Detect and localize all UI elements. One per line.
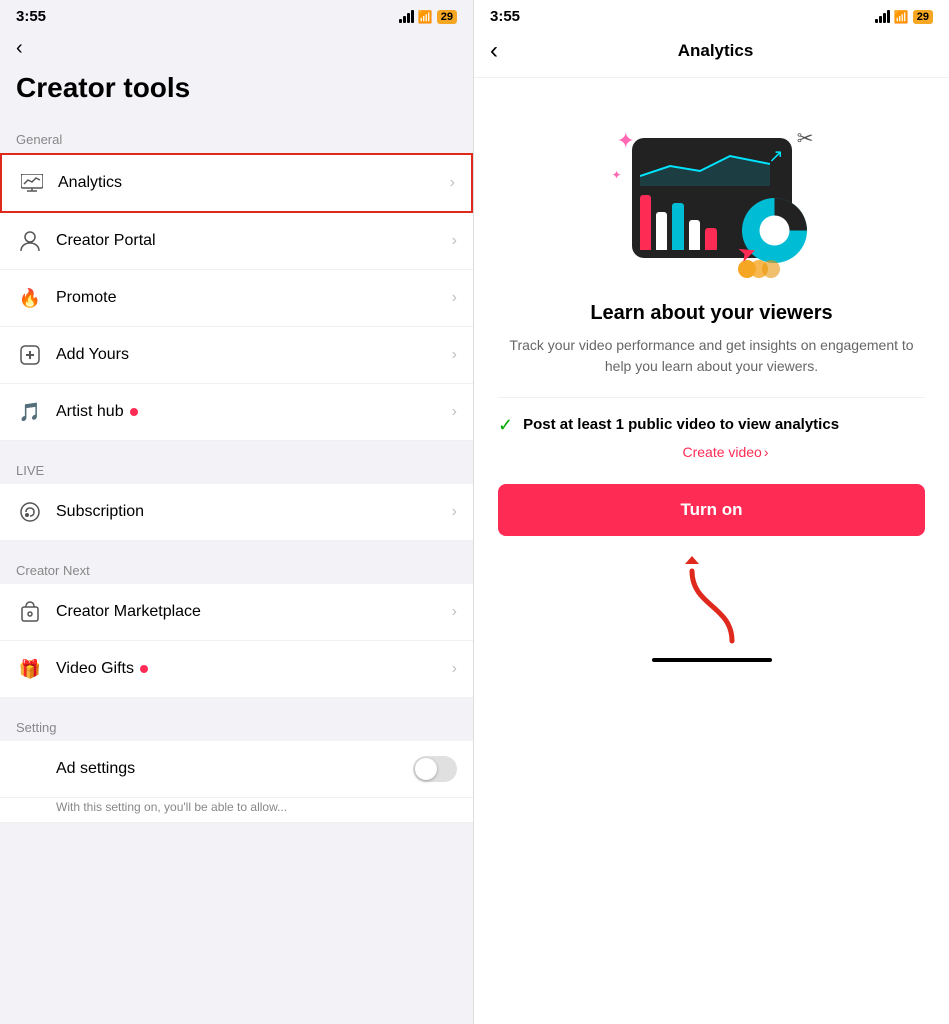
right-wifi-icon: 📶 [894,10,909,24]
video-gifts-icon: 🎁 [16,655,44,683]
right-status-icons: 📶 29 [875,10,933,24]
divider-live [0,441,473,451]
menu-item-ad-settings[interactable]: Ad settings [0,741,473,798]
creator-portal-chevron: › [452,232,457,250]
menu-item-artist-hub[interactable]: 🎵 Artist hub › [0,384,473,441]
add-yours-chevron: › [452,346,457,364]
promote-label: Promote [56,289,452,307]
requirement-row: ✓ Post at least 1 public video to view a… [498,414,925,436]
right-header-title: Analytics [498,41,933,61]
menu-item-add-yours[interactable]: Add Yours › [0,327,473,384]
creator-marketplace-icon [16,598,44,626]
analytics-section-title: Learn about your viewers [590,302,832,325]
artist-hub-new-dot [130,408,138,416]
left-content: ‹ Creator tools General Analytics › [0,29,473,1024]
section-label-live: LIVE [0,451,473,484]
right-battery-badge: 29 [913,10,933,24]
menu-item-subscription[interactable]: Subscription › [0,484,473,541]
bar-2 [656,212,667,251]
left-panel: 3:55 📶 29 ‹ Creator tools General [0,0,474,1024]
video-gifts-new-dot [140,665,148,673]
right-header: ‹ Analytics [474,29,949,78]
section-label-creator-next: Creator Next [0,551,473,584]
requirement-text: Post at least 1 public video to view ana… [523,414,839,435]
analytics-chevron: › [450,174,455,192]
coin-3 [762,260,780,278]
analytics-icon [18,169,46,197]
battery-badge: 29 [437,10,457,24]
video-gifts-chevron: › [452,660,457,678]
left-back-button[interactable]: ‹ [0,29,39,68]
create-video-label: Create video [682,444,761,460]
section-label-setting: Setting [0,708,473,741]
right-time: 3:55 [490,8,520,25]
bar-5 [705,228,716,250]
bar-3 [672,203,683,250]
ad-settings-label: Ad settings [56,760,413,778]
analytics-label: Analytics [58,174,450,192]
promote-chevron: › [452,289,457,307]
left-status-bar: 3:55 📶 29 [0,0,473,29]
create-video-link[interactable]: Create video › [682,444,768,460]
home-indicator [652,658,772,662]
menu-item-creator-marketplace[interactable]: Creator Marketplace › [0,584,473,641]
promote-icon: 🔥 [16,284,44,312]
red-arrow-svg [677,556,747,646]
content-divider [498,397,925,398]
sparkle-2: ✦ [612,168,622,182]
left-time: 3:55 [16,8,46,25]
menu-item-promote[interactable]: 🔥 Promote › [0,270,473,327]
ad-settings-icon [16,755,44,783]
subscription-icon [16,498,44,526]
page-title: Creator tools [0,68,473,120]
creator-marketplace-label: Creator Marketplace [56,603,452,621]
turn-on-button[interactable]: Turn on [498,484,925,536]
creator-portal-label: Creator Portal [56,232,452,250]
right-content: ✦ ✦ ↗ [474,78,949,1024]
ad-settings-description: With this setting on, you'll be able to … [0,798,473,823]
right-back-button[interactable]: ‹ [490,37,498,65]
video-gifts-label: Video Gifts [56,660,452,678]
artist-hub-label: Artist hub [56,403,452,421]
artist-hub-chevron: › [452,403,457,421]
add-yours-icon [16,341,44,369]
section-label-general: General [0,120,473,153]
arrow-up-icon: ↗ [768,146,783,167]
add-yours-label: Add Yours [56,346,452,364]
creator-portal-icon [16,227,44,255]
menu-item-analytics[interactable]: Analytics › [0,153,473,213]
artist-hub-icon: 🎵 [16,398,44,426]
right-status-bar: 3:55 📶 29 [474,0,949,29]
wifi-icon: 📶 [418,10,433,24]
bar-1 [640,195,651,250]
analytics-section-desc: Track your video performance and get ins… [498,335,925,377]
subscription-chevron: › [452,503,457,521]
ad-settings-toggle[interactable] [413,756,457,782]
check-icon: ✓ [498,415,513,436]
left-status-icons: 📶 29 [399,10,457,24]
signal-icon [399,10,414,23]
right-signal-icon [875,10,890,23]
right-panel: 3:55 📶 29 ‹ Analytics ✦ ✦ [474,0,949,1024]
line-chart-svg [640,146,780,186]
analytics-illustration: ✦ ✦ ↗ [612,118,812,278]
bar-4 [689,220,700,250]
subscription-label: Subscription [56,503,452,521]
divider-creator-next [0,541,473,551]
scissors-icon: ✂ [797,126,814,151]
creator-marketplace-chevron: › [452,603,457,621]
red-arrow-container [677,556,747,646]
create-video-chevron: › [764,444,769,460]
menu-item-video-gifts[interactable]: 🎁 Video Gifts › [0,641,473,698]
menu-item-creator-portal[interactable]: Creator Portal › [0,213,473,270]
divider-setting [0,698,473,708]
